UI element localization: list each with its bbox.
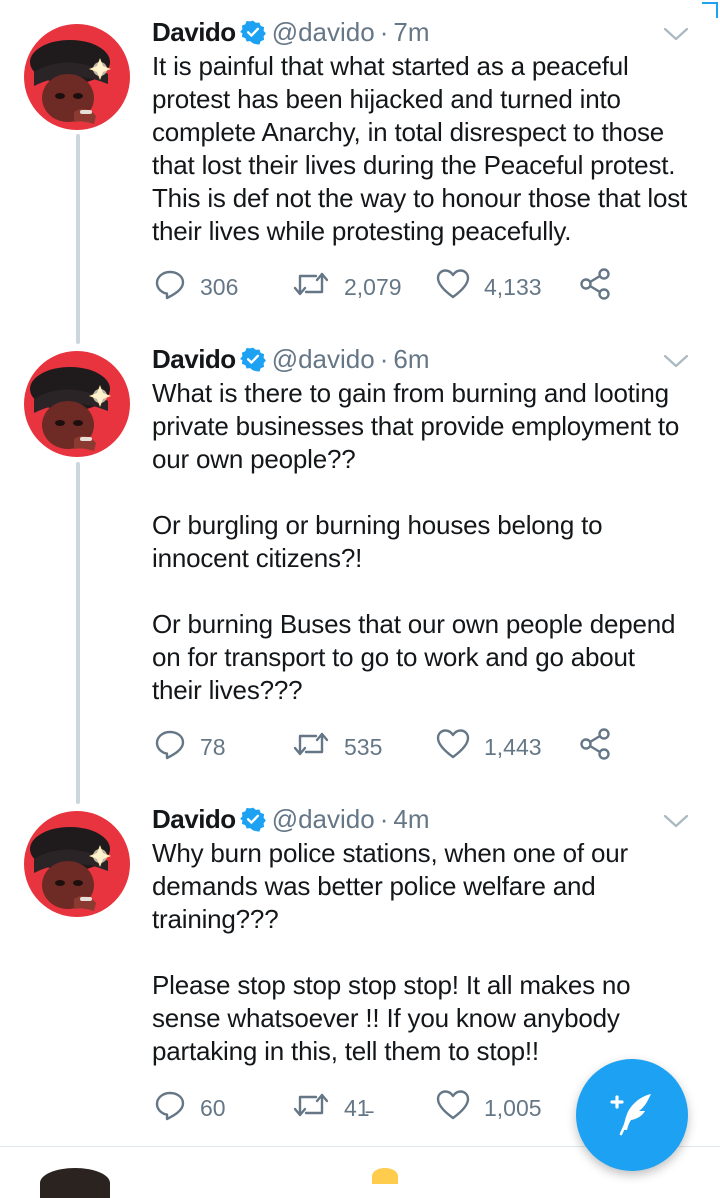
like-button[interactable]: 4,133 bbox=[436, 267, 542, 307]
share-button[interactable] bbox=[578, 267, 626, 307]
tweet-actions: 60 41̵ 1,005 bbox=[152, 1088, 632, 1128]
reply-icon bbox=[154, 1089, 200, 1127]
avatar[interactable] bbox=[24, 351, 130, 457]
verified-badge-icon bbox=[239, 18, 266, 54]
display-name[interactable]: Davido bbox=[152, 17, 236, 47]
like-count: 4,133 bbox=[484, 273, 542, 300]
reply-button[interactable]: 60 bbox=[154, 1088, 226, 1128]
separator: · bbox=[379, 344, 389, 374]
reply-count: 60 bbox=[200, 1094, 226, 1121]
timestamp[interactable]: 4m bbox=[393, 804, 429, 834]
reply-count: 78 bbox=[200, 733, 226, 760]
heart-icon bbox=[436, 728, 484, 766]
heart-icon bbox=[436, 268, 484, 306]
tweet-actions: 306 2,079 4,133 bbox=[152, 267, 632, 307]
like-count: 1,443 bbox=[484, 733, 542, 760]
avatar[interactable] bbox=[24, 811, 130, 917]
display-name[interactable]: Davido bbox=[152, 804, 236, 834]
retweet-icon bbox=[292, 268, 344, 306]
thread-line bbox=[76, 134, 80, 344]
reply-button[interactable]: 78 bbox=[154, 727, 226, 767]
like-count: 1,005 bbox=[484, 1094, 542, 1121]
next-tweet-emoji bbox=[372, 1168, 398, 1184]
avatar[interactable] bbox=[24, 24, 130, 130]
handle[interactable]: @davido bbox=[272, 804, 375, 834]
display-name[interactable]: Davido bbox=[152, 344, 236, 374]
retweet-icon bbox=[292, 1089, 344, 1127]
separator: · bbox=[379, 17, 389, 47]
share-icon bbox=[578, 727, 626, 767]
compose-tweet-icon bbox=[605, 1086, 659, 1145]
like-button[interactable]: 1,005 bbox=[436, 1088, 542, 1128]
heart-icon bbox=[436, 1089, 484, 1127]
tweet-text: It is painful that what started as a pea… bbox=[152, 51, 688, 246]
reply-count: 306 bbox=[200, 273, 239, 300]
retweet-button[interactable]: 535 bbox=[292, 727, 382, 767]
thread-line bbox=[76, 462, 80, 804]
retweet-icon bbox=[292, 728, 344, 766]
corner-indicator bbox=[702, 2, 718, 18]
reply-icon bbox=[154, 728, 200, 766]
chevron-down-icon[interactable] bbox=[662, 345, 690, 381]
like-button[interactable]: 1,443 bbox=[436, 727, 542, 767]
handle[interactable]: @davido bbox=[272, 344, 375, 374]
tweet-text: What is there to gain from burning and l… bbox=[152, 378, 680, 705]
separator: · bbox=[379, 804, 389, 834]
timestamp[interactable]: 7m bbox=[393, 17, 429, 47]
retweet-count: 41̵ bbox=[344, 1094, 370, 1121]
share-icon bbox=[578, 267, 626, 307]
reply-icon bbox=[154, 268, 200, 306]
tweet-header: Davido @davido · 6m bbox=[152, 341, 690, 377]
chevron-down-icon[interactable] bbox=[662, 18, 690, 54]
reply-button[interactable]: 306 bbox=[154, 267, 238, 307]
compose-tweet-button[interactable] bbox=[576, 1059, 688, 1171]
tweet-text: Why burn police stations, when one of ou… bbox=[152, 838, 631, 1066]
retweet-count: 535 bbox=[344, 733, 383, 760]
tweet-actions: 78 535 1,443 bbox=[152, 727, 632, 767]
handle[interactable]: @davido bbox=[272, 17, 375, 47]
retweet-count: 2,079 bbox=[344, 273, 402, 300]
next-tweet-avatar bbox=[40, 1168, 110, 1198]
verified-badge-icon bbox=[239, 345, 266, 381]
verified-badge-icon bbox=[239, 805, 266, 841]
retweet-button[interactable]: 2,079 bbox=[292, 267, 402, 307]
timestamp[interactable]: 6m bbox=[393, 344, 429, 374]
chevron-down-icon[interactable] bbox=[662, 805, 690, 841]
tweet-header: Davido @davido · 4m bbox=[152, 801, 690, 837]
share-button[interactable] bbox=[578, 727, 626, 767]
tweet-header: Davido @davido · 7m bbox=[152, 14, 690, 50]
retweet-button[interactable]: 41̵ bbox=[292, 1088, 370, 1128]
